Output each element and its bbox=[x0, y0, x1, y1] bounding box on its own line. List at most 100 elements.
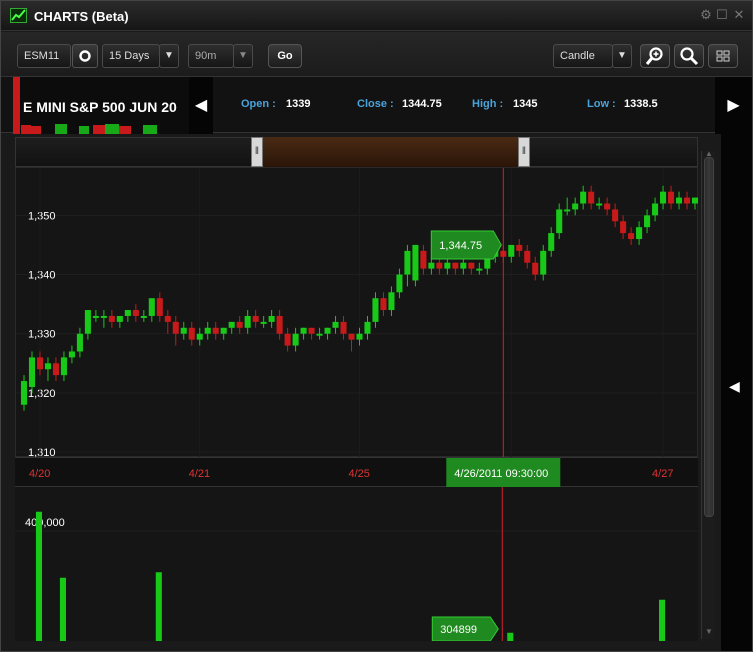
symbol-input[interactable]: ESM11 bbox=[17, 44, 71, 68]
candle bbox=[380, 298, 387, 311]
instrument-name: E MINI S&P 500 JUN 20 bbox=[23, 99, 177, 115]
candle bbox=[428, 262, 435, 269]
candle bbox=[588, 191, 595, 204]
x-tick-label: 4/21 bbox=[189, 468, 210, 480]
volume-bar bbox=[35, 511, 43, 641]
go-button[interactable]: Go bbox=[268, 44, 302, 68]
candle bbox=[28, 357, 36, 387]
grid-view-button[interactable] bbox=[708, 44, 738, 68]
period-select[interactable]: 15 Days bbox=[102, 44, 160, 68]
crosshair-date-label: 4/26/2011 09:30:00 bbox=[454, 468, 548, 480]
candle bbox=[92, 315, 99, 318]
crosshair-volume-label: 304899 bbox=[440, 624, 477, 636]
selected-range[interactable] bbox=[252, 137, 527, 167]
y-tick-label: 1,330 bbox=[28, 329, 56, 341]
candle bbox=[44, 363, 51, 370]
candle bbox=[340, 321, 347, 334]
close-icon[interactable]: ✕ bbox=[732, 7, 746, 23]
candle bbox=[188, 327, 195, 340]
candle bbox=[532, 262, 539, 275]
volume-tick-label: 400,000 bbox=[25, 517, 65, 529]
candle bbox=[196, 333, 203, 340]
expand-panel-arrow[interactable]: ◀ bbox=[729, 378, 740, 395]
volume-bar bbox=[155, 572, 162, 641]
close-label: Close : bbox=[357, 98, 394, 110]
candle bbox=[364, 321, 371, 334]
candle bbox=[228, 321, 235, 328]
candle bbox=[100, 315, 107, 318]
next-instrument-arrow[interactable]: ▶ bbox=[715, 77, 752, 134]
quote-bar: E MINI S&P 500 JUN 20 ◀ Open : 1339 Clos… bbox=[1, 76, 752, 134]
candle bbox=[84, 310, 91, 334]
refresh-symbol-button[interactable] bbox=[72, 44, 98, 68]
low-label: Low : bbox=[587, 98, 616, 110]
zoom-in-icon bbox=[645, 47, 663, 65]
candle bbox=[164, 315, 171, 322]
x-tick-label: 4/20 bbox=[29, 468, 50, 480]
candle bbox=[36, 357, 44, 370]
candle bbox=[524, 250, 531, 263]
candle bbox=[476, 268, 483, 271]
candle bbox=[156, 298, 163, 316]
y-tick-label: 1,350 bbox=[28, 210, 56, 222]
candle bbox=[444, 262, 451, 269]
gear-icon[interactable]: ⚙ bbox=[699, 7, 713, 23]
title-bar[interactable]: CHARTS (Beta) ⚙ ☐ ✕ bbox=[1, 1, 752, 31]
x-tick-label: 4/27 bbox=[652, 468, 673, 480]
price-chart[interactable]: 1,350 1,340 1,330 1,320 1,310 1,344.75 bbox=[15, 167, 699, 459]
volume-chart[interactable]: 400,000 304899 bbox=[15, 487, 698, 642]
toolbar: ESM11 15 Days ▼ 90m ▼ Go Candle ▼ bbox=[1, 32, 752, 76]
chevron-down-icon[interactable]: ▼ bbox=[612, 44, 632, 68]
candle bbox=[683, 197, 691, 204]
candle bbox=[172, 321, 179, 334]
candle bbox=[652, 203, 659, 216]
high-label: High : bbox=[472, 98, 504, 110]
scroll-down-icon[interactable]: ▼ bbox=[705, 627, 713, 636]
candle bbox=[540, 250, 547, 275]
scrollbar-thumb[interactable] bbox=[704, 157, 714, 517]
candle bbox=[356, 333, 363, 340]
window-title: CHARTS (Beta) bbox=[34, 9, 129, 24]
candle bbox=[548, 233, 555, 251]
interval-select[interactable]: 90m bbox=[188, 44, 234, 68]
chevron-down-icon[interactable]: ▼ bbox=[233, 44, 253, 68]
candle bbox=[556, 209, 563, 234]
candle bbox=[132, 310, 139, 316]
range-handle-left[interactable]: ‖ bbox=[251, 137, 263, 167]
candle bbox=[292, 333, 299, 346]
chart-type-select[interactable]: Candle bbox=[553, 44, 613, 68]
candle bbox=[244, 315, 251, 328]
zoom-out-button[interactable] bbox=[674, 44, 704, 68]
high-value: 1345 bbox=[513, 98, 538, 110]
candle bbox=[316, 333, 323, 336]
candle bbox=[628, 233, 635, 240]
candle bbox=[516, 244, 523, 251]
range-handle-right[interactable]: ‖ bbox=[518, 137, 530, 167]
vertical-scrollbar[interactable]: ▲ ▼ bbox=[701, 149, 715, 639]
candle bbox=[596, 203, 603, 206]
candle bbox=[140, 315, 147, 318]
candle bbox=[564, 209, 571, 212]
chevron-down-icon[interactable]: ▼ bbox=[159, 44, 179, 68]
candle bbox=[52, 363, 59, 376]
date-axis: 4/204/214/254/274/284/26/2011 09:30:00 bbox=[15, 457, 698, 488]
candle bbox=[460, 262, 467, 269]
candle bbox=[620, 221, 627, 234]
candle bbox=[372, 298, 379, 322]
candle bbox=[468, 262, 475, 269]
candle bbox=[180, 327, 187, 334]
candle bbox=[252, 315, 259, 322]
candle bbox=[76, 333, 83, 352]
zoom-out-icon bbox=[680, 47, 699, 66]
zoom-in-button[interactable] bbox=[640, 44, 670, 68]
price-plot: 1,3501,3401,3301,3201,3101,344.75 bbox=[16, 168, 699, 459]
candle bbox=[644, 215, 651, 228]
candle bbox=[436, 262, 443, 269]
candle bbox=[388, 292, 395, 311]
previous-instrument-arrow[interactable]: ◀ bbox=[189, 77, 213, 134]
close-value: 1344.75 bbox=[402, 98, 442, 110]
y-tick-label: 1,340 bbox=[28, 270, 56, 282]
maximize-icon[interactable]: ☐ bbox=[715, 7, 729, 23]
candle bbox=[572, 203, 579, 210]
candle bbox=[212, 327, 219, 334]
